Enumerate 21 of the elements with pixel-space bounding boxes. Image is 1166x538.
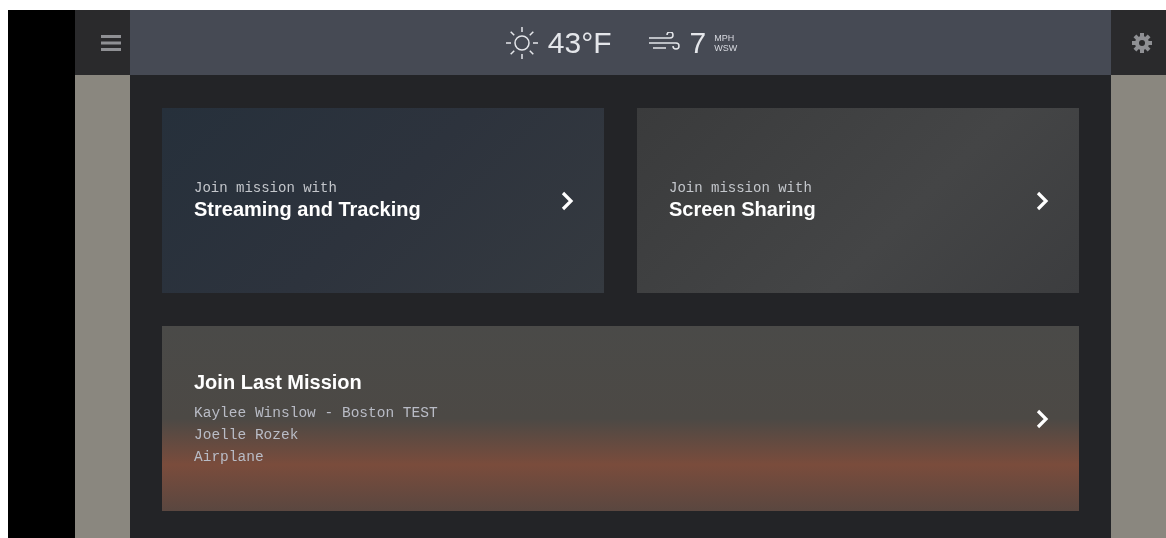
chevron-right-icon xyxy=(560,189,574,212)
mission-detail: Joelle Rozek xyxy=(194,426,300,445)
temperature: 43°F xyxy=(547,25,612,60)
card-title: Streaming and Tracking xyxy=(194,198,421,221)
mission-detail: Airplane xyxy=(194,448,265,467)
wind-unit: MPH xyxy=(714,32,736,43)
wind-direction: WSW xyxy=(714,42,738,53)
card-subtitle: Join mission with xyxy=(194,180,338,196)
card-subtitle: Join mission with xyxy=(669,180,813,196)
wind-speed: 7 xyxy=(689,25,707,60)
menu-icon[interactable] xyxy=(101,34,121,51)
chevron-right-icon xyxy=(1035,189,1049,212)
last-mission-card[interactable]: Join Last Mission Kaylee Winslow - Boston TEST Joelle Rozek Airplane xyxy=(162,326,1079,511)
sun-icon xyxy=(503,24,540,61)
settings-icon[interactable] xyxy=(1132,32,1152,53)
chevron-right-icon xyxy=(1035,407,1049,430)
card-title: Join Last Mission xyxy=(194,371,363,394)
mission-detail: Kaylee Winslow - Boston TEST xyxy=(194,404,438,423)
mission-option-card[interactable]: Join mission with Screen Sharing xyxy=(637,108,1079,293)
mission-option-card[interactable]: Join mission with Streaming and Tracking xyxy=(162,108,604,293)
card-title: Screen Sharing xyxy=(669,198,816,221)
